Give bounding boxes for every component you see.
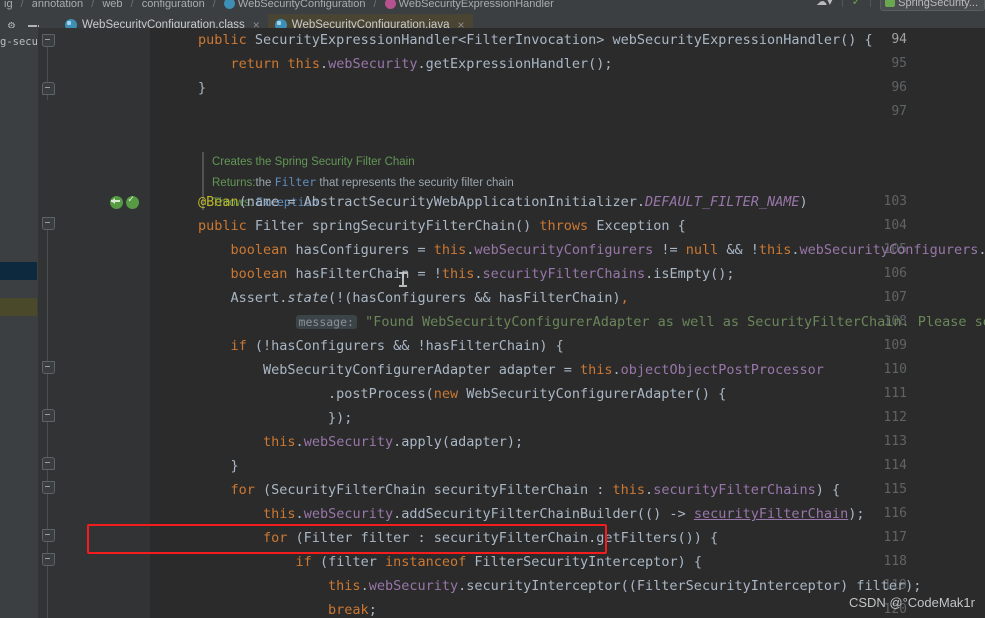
code-line-105[interactable]: boolean hasConfigurers = this.webSecurit… [198, 238, 985, 262]
toolbar-divider [841, 0, 843, 7]
code-line-104[interactable]: public Filter springSecurityFilterChain(… [198, 214, 686, 238]
code-line-113[interactable]: this.webSecurity.apply(adapter); [198, 430, 523, 454]
project-row-selected[interactable] [0, 262, 38, 280]
code-line-118[interactable]: if (filter instanceof FilterSecurityInte… [198, 550, 702, 574]
code-line-112[interactable]: }); [198, 406, 352, 430]
code-line-96[interactable]: } [198, 76, 206, 100]
code-line-103[interactable]: @Bean(name = AbstractSecurityWebApplicat… [198, 190, 808, 214]
toolbar-divider [870, 0, 872, 7]
fold-marker-117[interactable] [42, 529, 55, 542]
javadoc-returns-pre: the [255, 177, 275, 189]
code-line-109[interactable]: if (!hasConfigurers && !hasFilterChain) … [198, 334, 564, 358]
breadcrumb[interactable]: ig / annotation / web / configuration / … [0, 0, 554, 13]
breadcrumb-item-3[interactable]: configuration [142, 0, 205, 13]
code-line-110[interactable]: WebSecurityConfigurerAdapter adapter = t… [198, 358, 824, 382]
run-configuration-selector[interactable]: SpringSecurity... [880, 0, 985, 11]
code-content[interactable]: public SecurityExpressionHandler<FilterI… [150, 28, 985, 618]
javadoc-returns-type[interactable]: Filter [275, 175, 317, 189]
breadcrumb-separator: / [130, 0, 134, 10]
breadcrumb-bar: ig / annotation / web / configuration / … [0, 0, 985, 14]
fold-marker-104[interactable] [42, 217, 55, 230]
fold-marker-113[interactable] [42, 457, 55, 470]
spring-bean-icon[interactable] [110, 195, 123, 209]
breadcrumb-item-5[interactable]: WebSecurityExpressionHandler [399, 0, 554, 13]
code-line-119[interactable]: this.webSecurity.securityInterceptor((Fi… [198, 574, 921, 598]
breadcrumb-item-4[interactable]: WebSecurityConfiguration [238, 0, 366, 13]
code-line-94[interactable]: public SecurityExpressionHandler<FilterI… [198, 28, 873, 52]
fold-marker-109[interactable] [42, 361, 55, 374]
class-icon [223, 0, 235, 9]
code-line-115[interactable]: for (SecurityFilterChain securityFilterC… [198, 478, 841, 502]
run-config-icon[interactable]: ✓ [852, 0, 861, 8]
code-line-117[interactable]: for (Filter filter : securityFilterChain… [198, 526, 718, 550]
text-cursor [399, 272, 407, 287]
breadcrumb-separator: / [212, 0, 216, 10]
gutter-icons-line-103[interactable] [110, 190, 139, 214]
code-line-114[interactable]: } [198, 454, 239, 478]
breadcrumb-item-1[interactable]: annotation [32, 0, 83, 13]
javadoc-returns: Returns:the Filter that represents the s… [212, 172, 514, 192]
code-editor[interactable]: 94 95 96 97 103 104 105 106 107 108 109 … [38, 28, 985, 618]
code-line-107[interactable]: Assert.state(!(hasConfigurers && hasFilt… [198, 286, 629, 310]
project-row[interactable] [0, 244, 38, 262]
method-icon [384, 0, 396, 9]
project-panel[interactable]: g-secu [0, 28, 38, 618]
code-line-106[interactable]: boolean hasFilterChain = !this.securityF… [198, 262, 735, 286]
user-icon[interactable]: ☁ [816, 0, 827, 8]
breadcrumb-separator: / [91, 0, 95, 10]
code-line-111[interactable]: .postProcess(new WebSecurityConfigurerAd… [198, 382, 726, 406]
breadcrumb-separator: / [373, 0, 377, 10]
breadcrumb-item-2[interactable]: web [102, 0, 122, 13]
spring-boot-icon [885, 0, 896, 7]
override-method-icon[interactable] [126, 194, 139, 209]
code-line-116[interactable]: this.webSecurity.addSecurityFilterChainB… [198, 502, 865, 526]
project-panel-label: g-secu [0, 36, 38, 48]
run-config-label: SpringSecurity... [898, 0, 978, 9]
fold-marker-115[interactable] [42, 481, 55, 494]
dropdown-caret-icon[interactable]: ▾ [827, 0, 833, 8]
watermark: CSDN @°CodeMak1r [848, 595, 975, 610]
code-line-95[interactable]: return this.webSecurity.getExpressionHan… [198, 52, 613, 76]
javadoc-returns-label: Returns: [212, 177, 256, 189]
toolbar-right: ☁▾ ✓ SpringSecurity... [816, 0, 985, 13]
breadcrumb-item-0[interactable]: ig [4, 0, 13, 13]
project-row-modified[interactable] [0, 298, 38, 316]
code-line-120[interactable]: break; [198, 598, 377, 618]
javadoc-summary-text: Creates the Spring Security Filter Chain [212, 156, 415, 168]
inlay-parameter-hint: message: [295, 315, 357, 329]
breadcrumb-separator: / [20, 0, 24, 10]
fold-marker-94[interactable] [42, 34, 55, 47]
fold-marker-112[interactable] [42, 409, 55, 422]
fold-marker-118[interactable] [42, 553, 55, 566]
ide-window: ig / annotation / web / configuration / … [0, 0, 985, 618]
fold-marker-96[interactable] [42, 82, 55, 95]
code-line-108[interactable]: message: "Found WebSecurityConfigurerAda… [198, 310, 985, 334]
javadoc-summary: Creates the Spring Security Filter Chain [212, 152, 415, 172]
project-row[interactable] [0, 280, 38, 298]
javadoc-returns-post: that represents the security filter chai… [316, 177, 514, 189]
